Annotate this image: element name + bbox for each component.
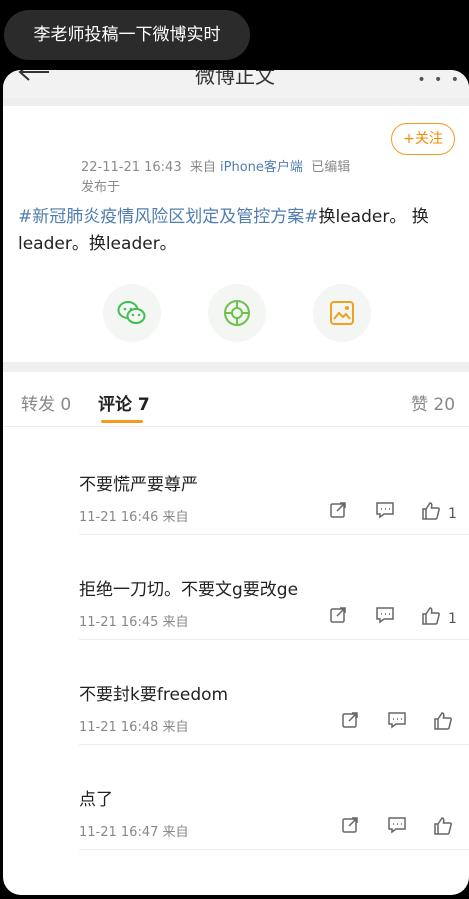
comment-item: 拒绝一刀切。不要文g要改ge 11-21 16:45 来自 1	[3, 575, 469, 675]
repost-icon[interactable]	[329, 501, 347, 519]
comment-item: 不要封k要freedom 11-21 16:48 来自	[3, 680, 469, 780]
post-body: #新冠肺炎疫情风险区划定及管控方案#换leader。 换 leader。换lea…	[18, 204, 456, 258]
comment-divider	[79, 639, 469, 640]
comment-text: 不要慌严要尊严	[79, 475, 198, 495]
tab-repost[interactable]: 转发 0	[21, 390, 71, 415]
tabs-divider	[3, 426, 469, 427]
page-title: 微博正文	[195, 70, 275, 88]
toast-banner: 李老师投稿一下微博实时	[4, 10, 250, 60]
active-tab-indicator	[101, 420, 143, 423]
post-time: 22-11-21 16:43	[81, 160, 182, 175]
from-label: 来自	[189, 160, 216, 175]
post-detail-card: 微博正文 • • • +关注 22-11-21 16:43 来自 iPhone客…	[3, 70, 469, 895]
tab-comments[interactable]: 评论 7	[98, 390, 150, 415]
more-options-icon[interactable]: • • •	[417, 72, 461, 88]
reply-icon[interactable]	[375, 606, 395, 624]
comment-item: 点了 11-21 16:47 来自	[3, 785, 469, 885]
save-image-button[interactable]	[313, 284, 371, 342]
top-bar: 微博正文 • • •	[3, 70, 469, 98]
repost-icon[interactable]	[329, 606, 347, 624]
comment-text: 点了	[79, 790, 113, 810]
post-meta: 22-11-21 16:43 来自 iPhone客户端 已编辑	[81, 156, 350, 175]
post-source-link[interactable]: iPhone客户端	[220, 160, 303, 175]
comment-text: 不要封k要freedom	[79, 685, 229, 705]
comment-divider	[79, 849, 469, 850]
like-icon[interactable]	[433, 711, 453, 731]
header-divider	[3, 98, 469, 106]
hashtag-link[interactable]: #新冠肺炎疫情风险区划定及管控方案#	[18, 207, 319, 227]
edited-label: 已编辑	[311, 160, 351, 175]
like-icon[interactable]	[421, 606, 441, 626]
post-body-text: 换leader。 换	[318, 207, 429, 227]
published-label: 发布于	[81, 180, 121, 195]
reply-icon[interactable]	[387, 711, 407, 729]
comment-divider	[79, 534, 469, 535]
like-icon[interactable]	[421, 501, 441, 521]
like-count: 1	[448, 611, 457, 627]
comment-item: 不要慌严要尊严 11-21 16:46 来自 1	[3, 470, 469, 570]
tab-likes[interactable]: 赞 20	[411, 390, 455, 415]
section-divider	[3, 362, 469, 372]
like-icon[interactable]	[433, 816, 453, 836]
repost-icon[interactable]	[341, 816, 359, 834]
share-wechat-button[interactable]	[103, 284, 161, 342]
post-body-text-2: leader。换leader。	[18, 234, 177, 254]
like-count: 1	[448, 506, 457, 522]
comment-divider	[79, 744, 469, 745]
reply-icon[interactable]	[387, 816, 407, 834]
comment-time: 11-21 16:46 来自	[79, 510, 189, 525]
comment-time: 11-21 16:45 来自	[79, 615, 189, 630]
comment-time: 11-21 16:48 来自	[79, 720, 189, 735]
comment-time: 11-21 16:47 来自	[79, 825, 189, 840]
moments-icon	[224, 300, 250, 326]
save-image-icon	[330, 301, 354, 325]
comment-text: 拒绝一刀切。不要文g要改ge	[79, 580, 299, 600]
repost-icon[interactable]	[341, 711, 359, 729]
back-arrow-icon[interactable]	[17, 70, 51, 88]
follow-button[interactable]: +关注	[391, 123, 455, 155]
wechat-icon	[117, 301, 146, 324]
reply-icon[interactable]	[375, 501, 395, 519]
share-moments-button[interactable]	[208, 284, 266, 342]
